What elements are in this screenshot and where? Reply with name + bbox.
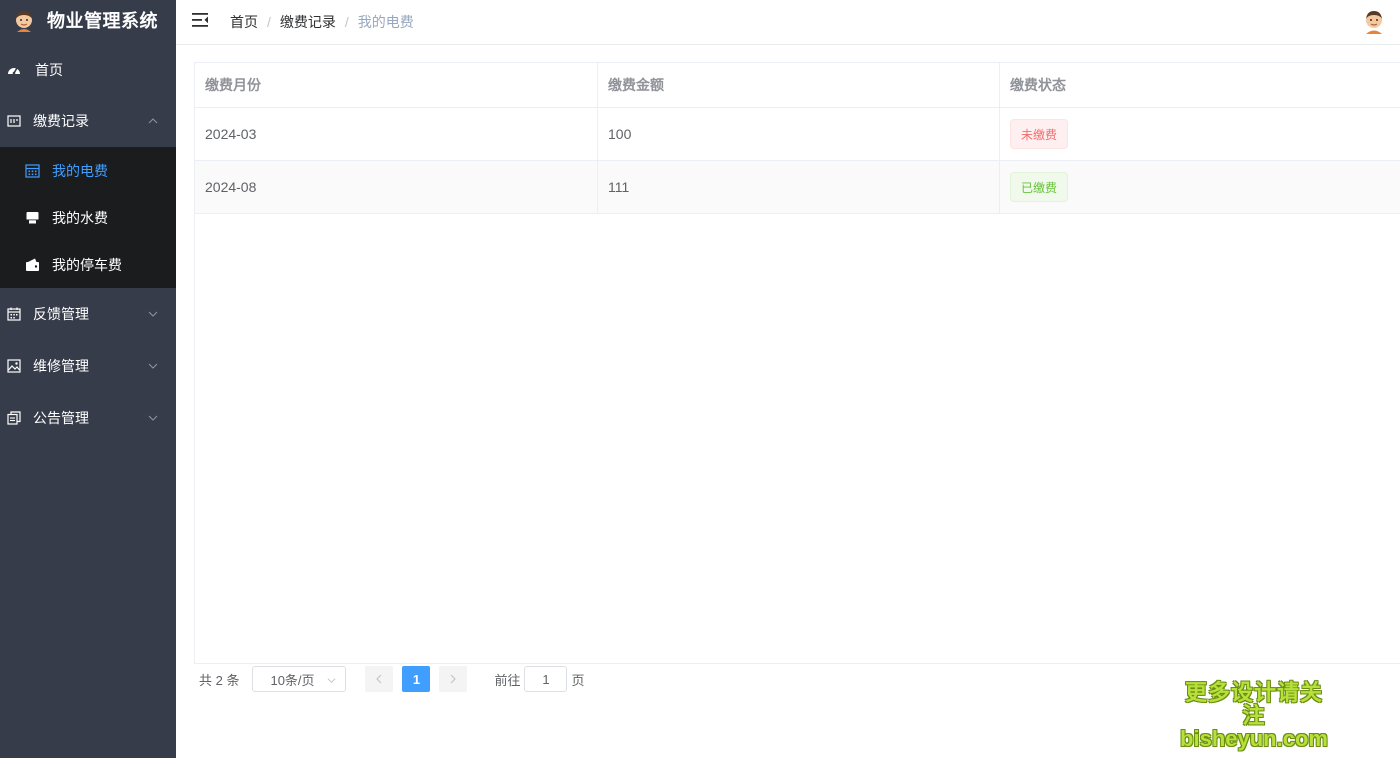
prev-page-button[interactable] <box>365 666 394 692</box>
status-badge: 已缴费 <box>1010 172 1069 202</box>
dashboard-icon <box>7 63 21 77</box>
sidebar-item-label: 公告管理 <box>33 410 89 426</box>
sidebar-item-announcements[interactable]: 公告管理 <box>0 392 176 444</box>
menu-fold-icon[interactable] <box>192 13 208 27</box>
column-header-status: 缴费状态 <box>1010 77 1066 93</box>
sidebar: 物业管理系统 首页 缴费记录 我的电费 我的水费 我的停车费 反馈管理 维修管理… <box>0 0 176 758</box>
sidebar-item-label: 首页 <box>35 62 63 78</box>
receipt-icon <box>7 114 21 128</box>
chevron-down-icon <box>148 415 158 421</box>
wallet-icon <box>25 257 40 272</box>
sidebar-item-my-water[interactable]: 我的水费 <box>0 194 176 241</box>
breadcrumb: 首页 / 缴费记录 / 我的电费 <box>230 12 414 32</box>
sidebar-item-label: 我的水费 <box>52 209 108 226</box>
breadcrumb-separator: / <box>344 14 349 30</box>
table-row: 2024-03 100 未缴费 <box>195 108 1400 161</box>
column-header-amount: 缴费金额 <box>598 63 1000 107</box>
table-row: 2024-08 111 已缴费 <box>195 161 1400 214</box>
page-size-value: 10条/页 <box>270 672 315 688</box>
breadcrumb-separator: / <box>267 14 271 30</box>
chevron-left-icon <box>376 674 382 684</box>
sidebar-item-label: 反馈管理 <box>33 306 89 322</box>
column-header-month: 缴费月份 <box>195 63 598 107</box>
sidebar-item-repair[interactable]: 维修管理 <box>0 340 176 392</box>
sidebar-item-payment-records[interactable]: 缴费记录 <box>0 95 176 147</box>
cell-status: 已缴费 <box>1000 161 1400 213</box>
top-header: 首页 / 缴费记录 / 我的电费 <box>176 0 1400 45</box>
sidebar-item-my-parking[interactable]: 我的停车费 <box>0 241 176 288</box>
sidebar-item-label: 缴费记录 <box>33 113 89 129</box>
sidebar-item-label: 我的停车费 <box>52 256 122 273</box>
chevron-down-icon <box>328 678 336 684</box>
breadcrumb-payment-records[interactable]: 缴费记录 <box>280 12 336 32</box>
watermark-line-2: bisheyun.com <box>1180 726 1328 752</box>
breadcrumb-current: 我的电费 <box>357 14 414 30</box>
page-jumper: 前往 页 <box>494 666 585 692</box>
cell-month: 2024-03 <box>195 108 598 160</box>
page-number-button[interactable]: 1 <box>402 666 431 692</box>
breadcrumb-home[interactable]: 首页 <box>230 12 258 32</box>
sidebar-item-feedback[interactable]: 反馈管理 <box>0 288 176 340</box>
printer-icon <box>25 210 40 225</box>
status-badge: 未缴费 <box>1010 119 1069 149</box>
chevron-down-icon <box>148 311 158 317</box>
chevron-down-icon <box>148 363 158 369</box>
submenu-payment-records: 我的电费 我的水费 我的停车费 <box>0 147 176 288</box>
page-size-select[interactable]: 10条/页 <box>252 666 347 692</box>
cell-status: 未缴费 <box>1000 108 1400 160</box>
copy-icon <box>7 411 21 425</box>
cell-month: 2024-08 <box>195 161 598 213</box>
jump-page-input[interactable] <box>524 666 568 692</box>
cell-amount: 111 <box>598 161 1000 213</box>
date-icon <box>7 307 21 321</box>
sidebar-item-home[interactable]: 首页 <box>0 45 176 95</box>
avatar-logo-icon <box>16 11 32 32</box>
pagination-total: 共 2 条 <box>199 672 240 688</box>
table-header: 缴费月份 缴费金额 缴费状态 <box>195 63 1400 108</box>
watermark-line-1: 更多设计请关注 <box>1184 680 1323 729</box>
app-title: 物业管理系统 <box>47 11 158 31</box>
sidebar-item-label: 我的电费 <box>52 162 108 179</box>
jump-prefix: 前往 <box>494 672 521 688</box>
chevron-right-icon <box>451 674 457 684</box>
pagination: 共 2 条 10条/页 1 前往 页 <box>199 666 585 692</box>
sidebar-item-label: 维修管理 <box>33 358 89 374</box>
jump-suffix: 页 <box>571 672 585 688</box>
next-page-button[interactable] <box>439 666 468 692</box>
cell-amount: 100 <box>598 108 1000 160</box>
sidebar-item-my-electricity[interactable]: 我的电费 <box>0 147 176 194</box>
logo[interactable]: 物业管理系统 <box>0 0 176 40</box>
user-avatar[interactable] <box>1362 8 1386 34</box>
calendar-icon <box>25 163 40 178</box>
payment-table: 缴费月份 缴费金额 缴费状态 2024-03 100 未缴费 2024-08 1… <box>194 62 1400 664</box>
picture-icon <box>7 359 21 373</box>
watermark: 更多设计请关注 bisheyun.com <box>1174 681 1334 750</box>
chevron-up-icon <box>148 118 158 124</box>
